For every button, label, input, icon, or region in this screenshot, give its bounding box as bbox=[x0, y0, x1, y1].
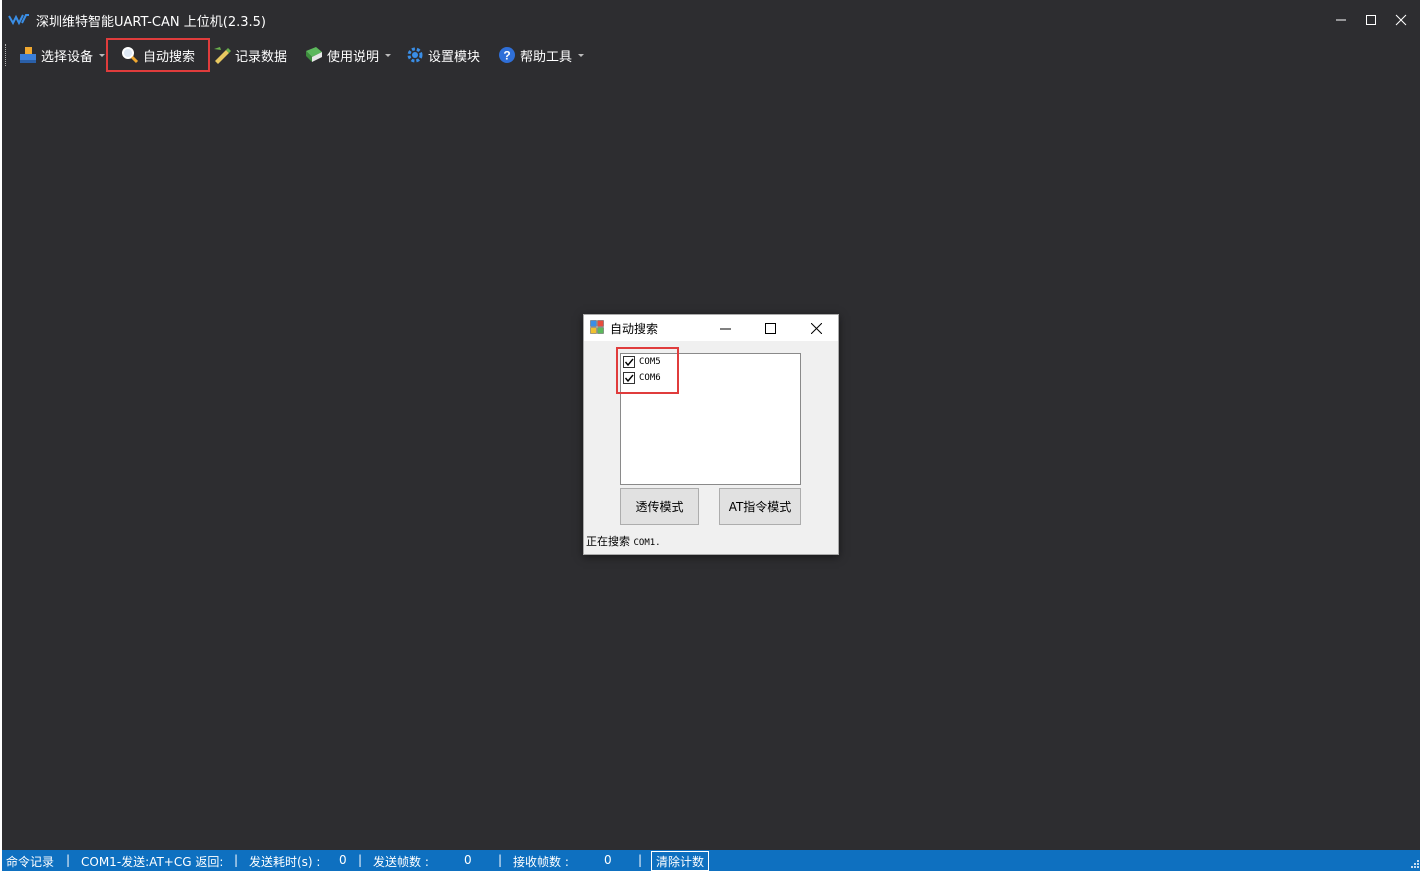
record-data-button[interactable]: 记录数据 bbox=[212, 44, 287, 66]
help-icon: ? bbox=[499, 47, 515, 63]
dialog-close-button[interactable] bbox=[807, 319, 825, 337]
recv-frames-value: 0 bbox=[604, 853, 612, 867]
minimize-icon bbox=[1336, 19, 1346, 21]
dialog-title-bar: 自动搜索 bbox=[584, 315, 838, 341]
manual-menu[interactable]: 使用说明 bbox=[304, 44, 392, 66]
manual-icon bbox=[306, 47, 322, 62]
record-icon bbox=[214, 47, 231, 64]
status-bar: 命令记录 | COM1-发送:AT+CG 返回: | 发送耗时(s) : 0 |… bbox=[2, 850, 1420, 871]
command-log-link[interactable]: 命令记录 bbox=[6, 853, 54, 870]
send-time-label: 发送耗时(s) : bbox=[249, 855, 321, 869]
send-frames-label: 发送帧数 : bbox=[373, 855, 429, 869]
main-window: 深圳维特智能UART-CAN 上位机(2.3.5) 选择设备 自动搜索 记录数据… bbox=[0, 0, 1420, 871]
settings-module-button[interactable]: 设置模块 bbox=[405, 44, 480, 66]
status-separator: | bbox=[358, 853, 363, 867]
settings-module-label: 设置模块 bbox=[428, 49, 481, 65]
status-prefix: 正在搜索 bbox=[586, 535, 630, 548]
auto-search-highlight bbox=[106, 38, 210, 72]
maximize-button[interactable] bbox=[1361, 10, 1381, 30]
close-icon bbox=[810, 322, 822, 334]
chevron-down-icon bbox=[385, 53, 392, 57]
chevron-down-icon bbox=[99, 53, 106, 57]
dialog-maximize-button[interactable] bbox=[761, 319, 779, 337]
status-separator: | bbox=[234, 853, 239, 867]
select-device-label: 选择设备 bbox=[41, 49, 94, 65]
app-logo-icon bbox=[8, 14, 29, 26]
maximize-icon bbox=[1366, 15, 1376, 25]
dialog-minimize-button[interactable] bbox=[716, 319, 734, 337]
send-return-text: COM1-发送:AT+CG 返回: bbox=[81, 855, 224, 869]
dialog-title: 自动搜索 bbox=[610, 322, 659, 336]
auto-search-dialog: 自动搜索 COM5 COM6 透传模式 AT指令模式 正在搜索 COM1. bbox=[583, 314, 839, 555]
help-tools-label: 帮助工具 bbox=[520, 49, 573, 65]
record-data-label: 记录数据 bbox=[235, 49, 288, 65]
device-icon bbox=[20, 47, 36, 63]
window-app-icon bbox=[590, 320, 604, 334]
recv-frames-label: 接收帧数 : bbox=[513, 855, 569, 869]
close-button[interactable] bbox=[1391, 10, 1411, 30]
clear-count-button[interactable]: 清除计数 bbox=[651, 851, 709, 871]
status-separator: | bbox=[498, 853, 503, 867]
select-device-menu[interactable]: 选择设备 bbox=[18, 44, 106, 66]
maximize-icon bbox=[764, 322, 776, 334]
at-command-mode-button[interactable]: AT指令模式 bbox=[719, 488, 801, 525]
minimize-icon bbox=[719, 328, 731, 329]
toolbar: 选择设备 自动搜索 记录数据 使用说明 设置模块 ? 帮助工具 bbox=[2, 38, 1420, 72]
close-icon bbox=[1395, 14, 1407, 26]
window-title: 深圳维特智能UART-CAN 上位机(2.3.5) bbox=[36, 15, 266, 30]
send-time-value: 0 bbox=[339, 853, 347, 867]
dialog-status: 正在搜索 COM1. bbox=[584, 527, 838, 554]
minimize-button[interactable] bbox=[1331, 10, 1351, 30]
svg-text:?: ? bbox=[503, 49, 510, 63]
toolbar-grip[interactable] bbox=[5, 44, 7, 66]
send-frames-value: 0 bbox=[464, 853, 472, 867]
transparent-mode-button[interactable]: 透传模式 bbox=[620, 488, 699, 525]
status-separator: | bbox=[638, 853, 643, 867]
chevron-down-icon bbox=[578, 53, 585, 57]
title-bar: 深圳维特智能UART-CAN 上位机(2.3.5) bbox=[2, 0, 1420, 38]
manual-label: 使用说明 bbox=[327, 49, 380, 65]
status-separator: | bbox=[66, 853, 71, 867]
ports-highlight bbox=[616, 347, 679, 394]
help-tools-menu[interactable]: ? 帮助工具 bbox=[497, 44, 585, 66]
resize-grip-icon[interactable] bbox=[1410, 859, 1420, 869]
gear-icon bbox=[407, 47, 423, 63]
status-port: COM1. bbox=[633, 538, 661, 548]
